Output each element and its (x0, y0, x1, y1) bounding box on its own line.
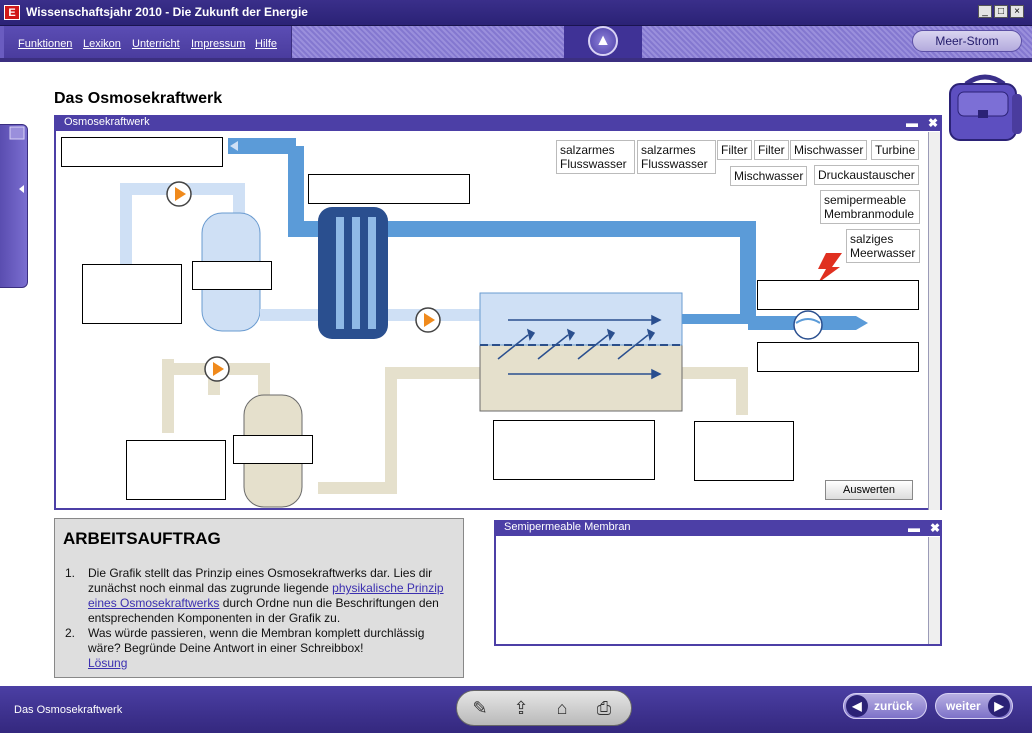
drop-target-2[interactable] (308, 174, 470, 204)
drop-target-4[interactable] (192, 261, 272, 290)
close-membrane-button[interactable]: ✖ (918, 521, 940, 535)
lightning-icon (818, 253, 842, 283)
label-tag-filter-1[interactable]: Filter (717, 140, 752, 160)
auswerten-button[interactable]: Auswerten (825, 480, 913, 500)
current-page-label: Das Osmosekraftwerk (14, 704, 123, 716)
label-tag-filter-2[interactable]: Filter (754, 140, 789, 160)
solution-link[interactable]: Lösung (88, 656, 127, 671)
drop-target-1[interactable] (61, 137, 223, 167)
membrane-scrollbar[interactable] (928, 537, 940, 644)
label-tag-membranmodule[interactable]: semipermeable Membranmodule (820, 190, 920, 224)
drop-target-3[interactable] (82, 264, 182, 324)
camera-tool-icon[interactable]: ⌂ (546, 692, 578, 724)
close-window-button[interactable]: × (1010, 5, 1024, 18)
menu-impressum[interactable]: Impressum (191, 38, 245, 50)
menu-lexikon[interactable]: Lexikon (83, 38, 121, 50)
label-tag-druckaustauscher[interactable]: Druckaustauscher (814, 165, 919, 185)
drop-target-5[interactable] (757, 280, 919, 310)
vertical-scrollbar[interactable] (928, 132, 940, 510)
task-heading: ARBEITSAUFTRAG (63, 529, 221, 548)
next-label: weiter (946, 699, 981, 713)
drop-target-8[interactable] (233, 435, 313, 464)
screenshot-tool-icon[interactable]: ⎙ (588, 692, 620, 724)
school-bag-icon[interactable] (946, 70, 1024, 142)
label-tag-mischwasser-1[interactable]: Mischwasser (790, 140, 868, 160)
minimize-panel-button[interactable]: ▬ (896, 116, 918, 130)
page-title: Das Osmosekraftwerk (54, 90, 223, 107)
osmosis-window-title: Osmosekraftwerk (54, 115, 942, 131)
menu-divider (0, 58, 1032, 62)
label-tag-mischwasser-2[interactable]: Mischwasser (730, 166, 808, 186)
minimize-membrane-button[interactable]: ▬ (898, 521, 920, 535)
task-item-2-text: Was würde passieren, wenn die Membran ko… (88, 626, 425, 655)
label-tag-meerwasser[interactable]: salziges Meerwasser (846, 229, 920, 263)
outflow-arrow-icon (856, 316, 868, 330)
menu-hilfe[interactable]: Hilfe (255, 38, 277, 50)
menu-funktionen[interactable]: Funktionen (18, 38, 72, 50)
label-tag-turbine[interactable]: Turbine (871, 140, 920, 160)
task-item-1-number: 1. (65, 566, 76, 580)
turbine-icon (793, 310, 823, 340)
up-arrow-button[interactable]: ▲ (588, 26, 618, 56)
close-panel-button[interactable]: ✖ (916, 116, 938, 130)
drop-target-6[interactable] (757, 342, 919, 372)
task-item-2-number: 2. (65, 626, 76, 640)
upload-tool-icon[interactable]: ⇪ (505, 692, 537, 724)
notepad-tool-icon[interactable]: ✎ (464, 692, 496, 724)
drop-target-10[interactable] (694, 421, 794, 481)
menu-unterricht[interactable]: Unterricht (132, 38, 180, 50)
membrane-window-title: Semipermeable Membran (494, 520, 942, 536)
label-tag-salzarmes-flusswasser-2[interactable]: salzarmes Flusswasser (637, 140, 716, 174)
meer-strom-button[interactable]: Meer-Strom (912, 30, 1022, 52)
task-item-1-text: Die Grafik stellt das Prinzip eines Osmo… (88, 566, 444, 625)
side-panel-tab[interactable] (0, 124, 28, 288)
app-icon: E (4, 5, 20, 20)
collapse-arrow-icon (9, 126, 25, 193)
next-button[interactable]: weiter ▶ (935, 693, 1013, 719)
back-arrow-icon: ◀ (846, 695, 868, 717)
back-button[interactable]: ◀ zurück (843, 693, 927, 719)
back-label: zurück (874, 699, 913, 713)
membrane-window (494, 520, 942, 646)
window-title: Wissenschaftsjahr 2010 - Die Zukunft der… (26, 5, 308, 19)
drop-target-7[interactable] (126, 440, 226, 500)
maximize-window-button[interactable]: □ (994, 5, 1008, 18)
next-arrow-icon: ▶ (988, 695, 1010, 717)
label-tag-salzarmes-flusswasser-1[interactable]: salzarmes Flusswasser (556, 140, 635, 174)
drop-target-9[interactable] (493, 420, 655, 480)
minimize-window-button[interactable]: _ (978, 5, 992, 18)
